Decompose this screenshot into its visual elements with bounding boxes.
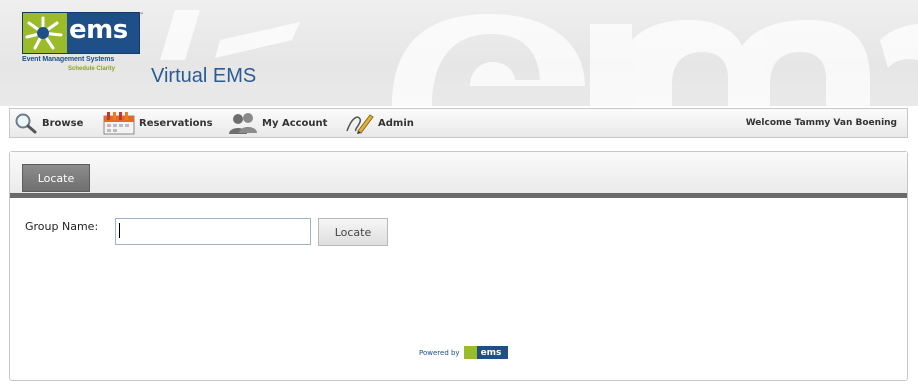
group-name-label: Group Name: bbox=[25, 220, 99, 233]
sun-icon bbox=[23, 13, 67, 53]
nav-my-account-label: My Account bbox=[262, 117, 328, 129]
tab-locate[interactable]: Locate bbox=[22, 164, 90, 192]
logo-subtagline: Schedule Clarity bbox=[68, 66, 116, 72]
nav-my-account[interactable]: My Account bbox=[228, 109, 327, 137]
tab-strip: Locate bbox=[10, 152, 907, 194]
footer-ems-logo: ems bbox=[463, 346, 508, 359]
welcome-message: Welcome Tammy Van Boening bbox=[745, 118, 897, 128]
main-nav: Browse Reservations My Account Admin Wel… bbox=[9, 108, 908, 138]
text-caret bbox=[119, 223, 120, 238]
footer-logo-word: ems bbox=[480, 347, 502, 358]
pen-icon bbox=[346, 114, 374, 134]
logo-tagline: Event Management Systems bbox=[22, 56, 115, 63]
tab-divider bbox=[10, 193, 907, 198]
tab-locate-label: Locate bbox=[37, 171, 75, 185]
logo-word: ems bbox=[69, 15, 128, 45]
powered-by: Powered by ems bbox=[419, 346, 508, 359]
nav-admin[interactable]: Admin bbox=[344, 109, 414, 137]
ems-logo: ems ™ Event Management Systems Schedule … bbox=[22, 12, 144, 84]
nav-reservations[interactable]: Reservations bbox=[103, 109, 213, 137]
nav-browse[interactable]: Browse bbox=[14, 109, 83, 137]
locate-panel: Locate Group Name: Locate Powered by ems bbox=[9, 151, 908, 381]
locate-button[interactable]: Locate bbox=[318, 218, 388, 246]
calendar-icon bbox=[103, 112, 135, 135]
logo-badge: ems bbox=[22, 12, 140, 54]
powered-by-text: Powered by bbox=[419, 348, 460, 357]
nav-reservations-label: Reservations bbox=[139, 117, 213, 129]
app-header: ems ™ Event Management Systems Schedule … bbox=[0, 0, 918, 106]
users-icon bbox=[229, 113, 257, 134]
sun-icon bbox=[463, 346, 477, 359]
trademark: ™ bbox=[138, 12, 144, 19]
group-name-input[interactable] bbox=[115, 218, 311, 245]
app-title: Virtual EMS bbox=[151, 65, 257, 87]
nav-admin-label: Admin bbox=[378, 117, 414, 129]
nav-browse-label: Browse bbox=[42, 117, 84, 129]
magnifier-icon bbox=[15, 113, 37, 134]
